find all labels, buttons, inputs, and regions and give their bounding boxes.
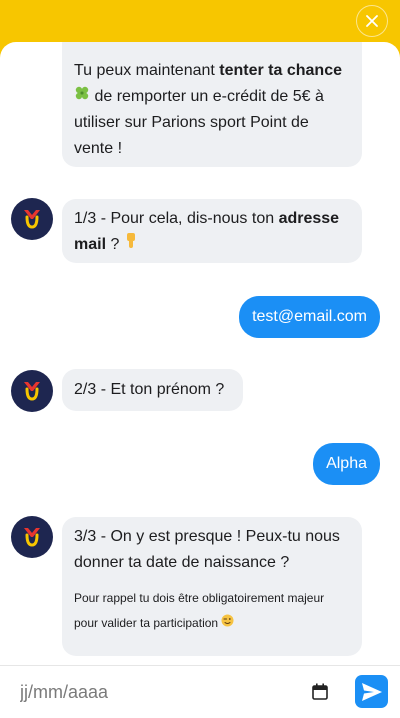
bot-avatar — [11, 198, 53, 240]
bot-message: 3/3 - On y est presque ! Peux-tu nous do… — [62, 517, 362, 656]
bot-message: Tu peux maintenant tenter ta chance de r… — [62, 42, 362, 167]
send-button[interactable] — [355, 675, 388, 708]
chat-panel[interactable]: Tu peux maintenant tenter ta chance de r… — [0, 42, 400, 666]
message-text: Alpha — [326, 455, 367, 472]
bot-avatar — [11, 516, 53, 558]
message-text: 3/3 - On y est presque ! Peux-tu nous do… — [74, 528, 340, 571]
horseshoe-icon — [24, 382, 40, 401]
user-message: test@email.com — [239, 296, 380, 338]
close-icon — [366, 15, 378, 27]
horseshoe-icon — [24, 210, 40, 229]
user-message: Alpha — [313, 443, 380, 485]
message-text: test@email.com — [252, 308, 367, 325]
horseshoe-icon — [24, 528, 40, 547]
clover-icon — [74, 84, 90, 110]
message-text: 1/3 - Pour cela, dis-nous ton — [74, 210, 279, 227]
note-text: Pour rappel tu dois être obligatoirement… — [74, 591, 325, 630]
close-button[interactable] — [356, 5, 388, 37]
message-note: Pour rappel tu dois être obligatoirement… — [74, 586, 350, 636]
bot-avatar — [11, 370, 53, 412]
bot-message: 2/3 - Et ton prénom ? — [62, 369, 243, 411]
send-icon — [361, 682, 382, 701]
message-text: ? — [106, 236, 124, 254]
message-text: Tu peux maintenant — [74, 62, 220, 79]
bot-message: 1/3 - Pour cela, dis-nous ton adresse ma… — [62, 199, 362, 263]
message-bold-text: tenter ta chance — [219, 62, 342, 79]
wink-icon — [221, 611, 234, 636]
message-text: 2/3 - Et ton prénom ? — [74, 381, 225, 398]
composer — [0, 665, 400, 718]
calendar-icon[interactable] — [312, 683, 328, 700]
message-text: de remporter un e-crédit de 5€ à utilise… — [74, 88, 324, 158]
pointing-down-icon — [124, 232, 138, 258]
birthdate-input[interactable] — [0, 666, 345, 718]
